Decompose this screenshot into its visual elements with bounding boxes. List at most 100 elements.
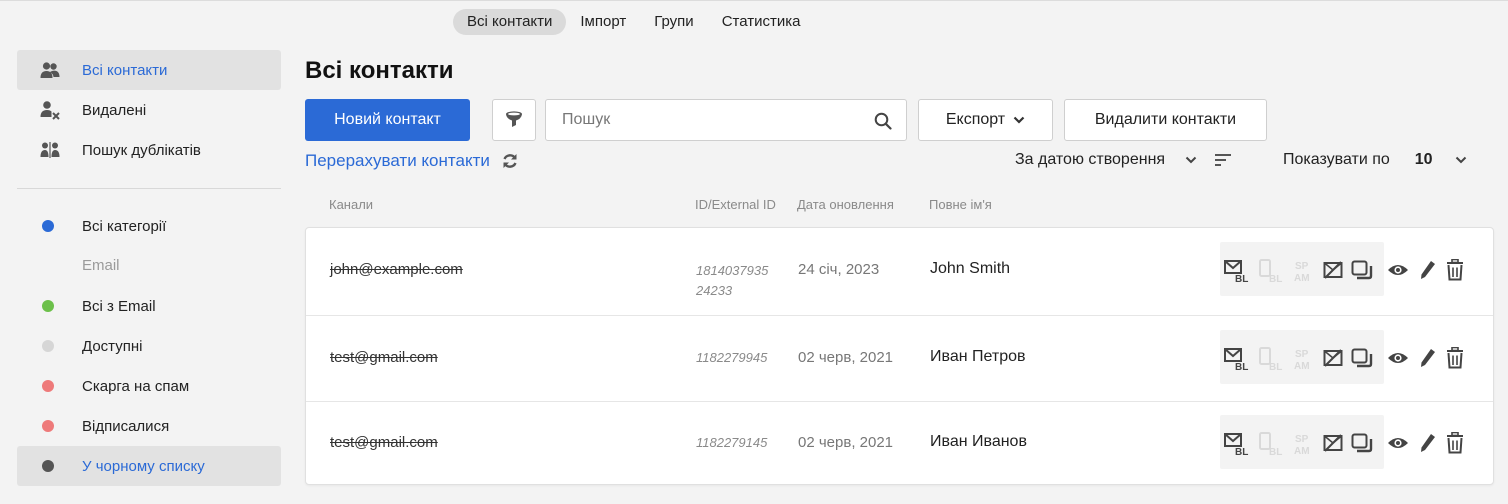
table-row[interactable]: test@gmail.com 1182279145 02 черв, 2021 … [306,402,1493,486]
copy-icon[interactable] [1350,347,1374,369]
blacklist-phone-icon[interactable]: BL [1258,345,1288,373]
edit-icon[interactable] [1418,346,1438,370]
sidebar-item-label: Всі контакти [82,61,168,79]
contact-email: test@gmail.com [330,349,438,366]
unsubscribe-icon[interactable] [1322,347,1344,369]
contact-name: Иван Иванов [930,433,1027,450]
svg-text:BL: BL [1269,274,1282,284]
column-header-date: Дата оновлення [797,197,894,212]
sidebar: Всі контакти Видалені Пошук дублікатів В… [17,50,281,486]
copy-icon[interactable] [1350,432,1374,454]
recount-contacts-link[interactable]: Перерахувати контакти [305,151,518,171]
view-icon[interactable] [1386,348,1410,368]
sort-dropdown[interactable]: За датою створення [1015,151,1197,169]
sidebar-section-email: Email [82,257,120,274]
spam-icon[interactable]: SP AM [1292,430,1318,458]
sidebar-item-all-categories[interactable]: Всі категорії [17,206,281,246]
tab-groups[interactable]: Групи [640,9,707,35]
status-dot [42,300,54,312]
blacklist-icon[interactable]: BL [1224,257,1254,285]
blacklist-icon[interactable]: BL [1224,430,1254,458]
delete-icon[interactable] [1444,431,1466,455]
blacklist-phone-icon[interactable]: BL [1258,430,1288,458]
svg-text:BL: BL [1235,447,1248,457]
sidebar-item-available[interactable]: Доступні [17,326,281,366]
contact-id: 1182279145 [696,433,767,453]
contact-name: Иван Петров [930,348,1026,365]
edit-icon[interactable] [1418,431,1438,455]
duplicates-icon [39,139,61,161]
search-input[interactable] [546,100,856,140]
svg-text:AM: AM [1294,273,1310,284]
sidebar-item-deleted[interactable]: Видалені [17,90,281,130]
chevron-down-icon [1455,156,1466,164]
contact-name: John Smith [930,260,1011,277]
contact-date: 02 черв, 2021 [798,434,894,451]
per-page-dropdown[interactable]: 10 [1415,151,1467,169]
unsubscribe-icon[interactable] [1322,432,1344,454]
svg-text:SP: SP [1295,434,1309,445]
refresh-icon [503,154,517,168]
tab-statistics[interactable]: Статистика [708,9,815,35]
svg-text:BL: BL [1235,362,1248,372]
column-header-channels: Канали [329,197,374,212]
contact-date: 24 січ, 2023 [798,261,880,278]
table-row[interactable]: john@example.com 1814037935 24233 24 січ… [306,228,1493,316]
contact-external-id: 24233 [696,283,733,298]
spam-icon[interactable]: SP AM [1292,345,1318,373]
edit-icon[interactable] [1418,258,1438,282]
sidebar-item-label: Пошук дублікатів [82,141,201,159]
spam-icon[interactable]: SP AM [1292,257,1318,285]
svg-text:SP: SP [1295,349,1309,360]
contact-id-line: 1814037935 [696,263,769,278]
column-header-name: Повне ім'я [929,197,992,212]
blacklist-icon[interactable]: BL [1224,345,1254,373]
sidebar-divider [17,188,281,189]
tab-all-contacts[interactable]: Всі контакти [453,9,567,35]
svg-text:BL: BL [1269,447,1282,457]
delete-contacts-button[interactable]: Видалити контакти [1064,99,1267,141]
contact-id: 1182279945 [696,348,767,368]
toolbar: Новий контакт Експорт Видалити контакти [305,99,1267,141]
svg-text:BL: BL [1269,362,1282,372]
search-box [545,99,907,141]
sidebar-item-label: Всі з Email [82,297,156,315]
view-icon[interactable] [1386,433,1410,453]
delete-icon[interactable] [1444,346,1466,370]
sidebar-item-all-contacts[interactable]: Всі контакти [17,50,281,90]
chevron-down-icon [1185,156,1197,164]
sidebar-item-blacklisted[interactable]: У чорному списку [17,446,281,486]
delete-icon[interactable] [1444,258,1466,282]
search-icon[interactable] [874,112,892,130]
contact-email: test@gmail.com [330,434,438,451]
blacklist-phone-icon[interactable]: BL [1258,257,1288,285]
page-title: Всі контакти [305,57,454,84]
unsubscribe-icon[interactable] [1322,259,1344,281]
sidebar-item-unsubscribed[interactable]: Відписалися [17,406,281,446]
table-row[interactable]: test@gmail.com 1182279945 02 черв, 2021 … [306,316,1493,402]
view-icon[interactable] [1386,260,1410,280]
top-tabs: Всі контакти Імпорт Групи Статистика [453,9,814,35]
svg-text:AM: AM [1294,361,1310,372]
contacts-table: john@example.com 1814037935 24233 24 січ… [305,227,1494,485]
sidebar-item-label: У чорному списку [82,457,205,475]
sidebar-item-label: Видалені [82,101,147,119]
sidebar-item-spam-complaint[interactable]: Скарга на спам [17,366,281,406]
status-dot [42,460,54,472]
contact-email: john@example.com [330,261,463,278]
contact-id-line: 1182279945 [696,350,768,365]
users-icon [39,59,61,81]
status-dot [42,420,54,432]
sort-order-icon[interactable] [1215,153,1233,167]
filter-button[interactable] [492,99,536,141]
user-remove-icon [39,99,61,121]
per-page-label: Показувати по [1283,151,1390,168]
sort-control: За датою створення [1015,151,1233,169]
tab-import[interactable]: Імпорт [566,9,640,35]
sidebar-item-duplicates[interactable]: Пошук дублікатів [17,130,281,170]
new-contact-button[interactable]: Новий контакт [305,99,470,141]
sidebar-item-all-email[interactable]: Всі з Email [17,286,281,326]
copy-icon[interactable] [1350,259,1374,281]
export-dropdown[interactable]: Експорт [918,99,1053,141]
status-dot [42,340,54,352]
